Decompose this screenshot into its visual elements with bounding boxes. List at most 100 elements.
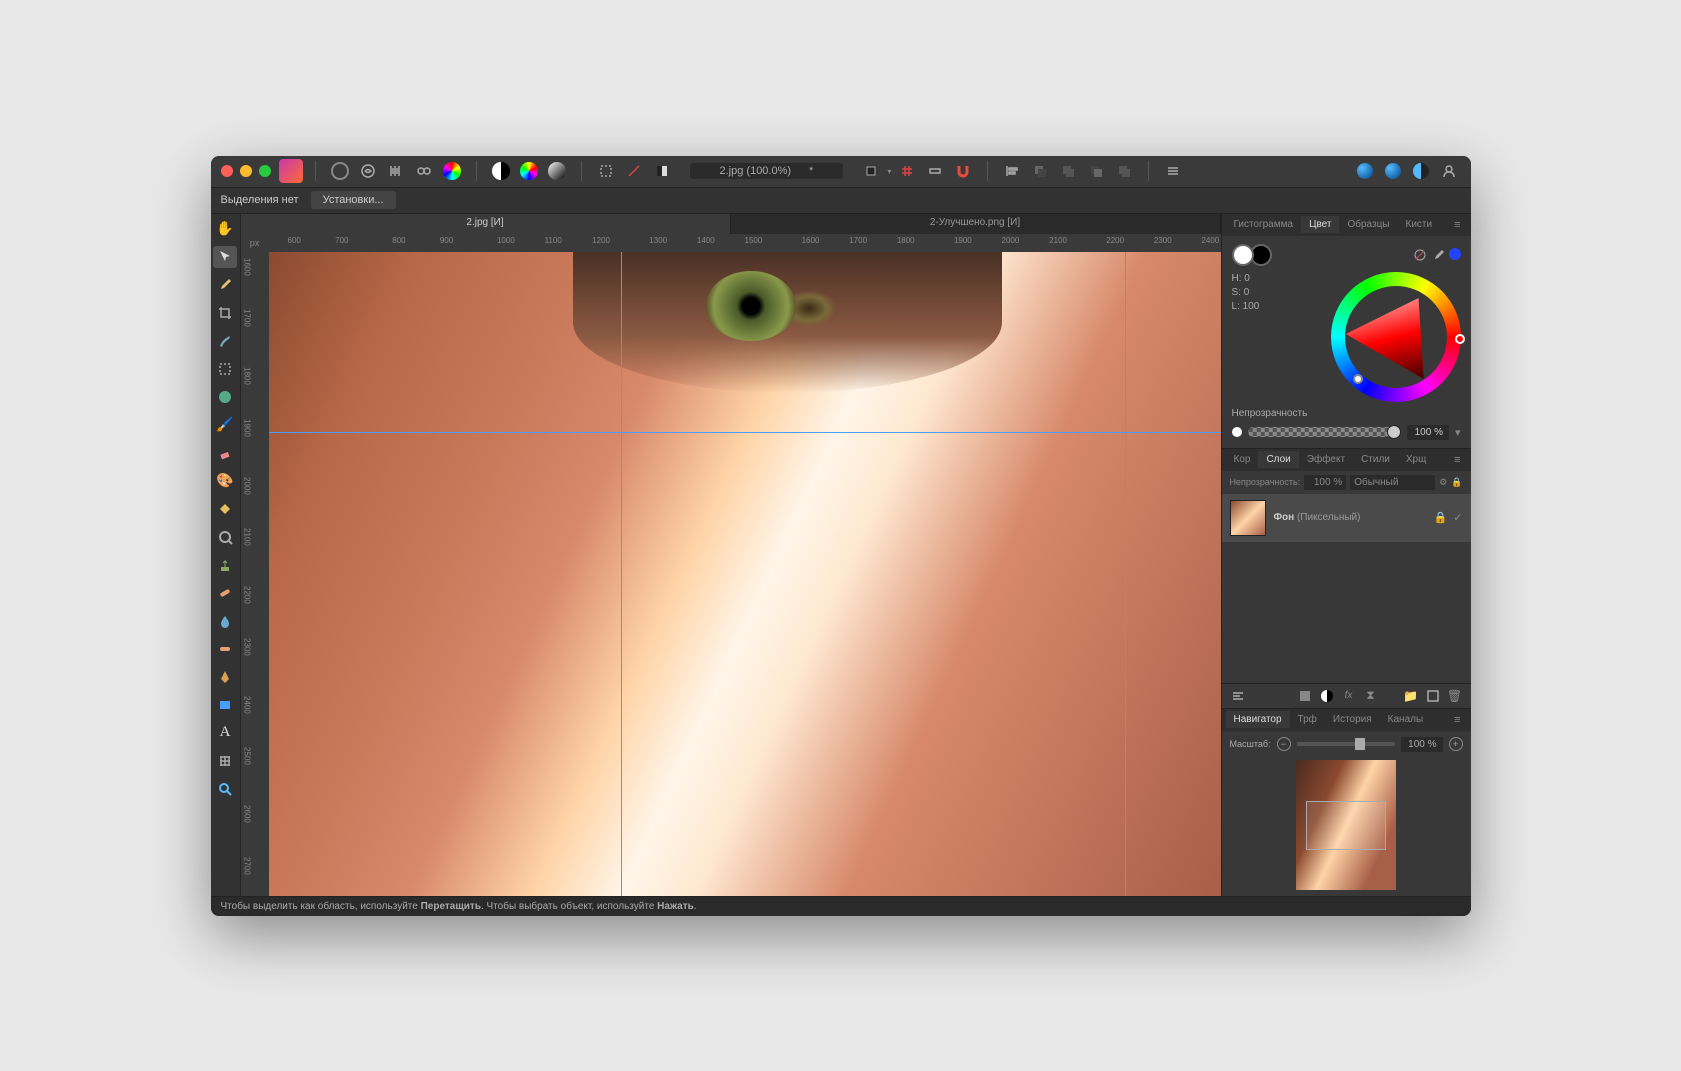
tab-styles[interactable]: Стили: [1353, 451, 1398, 468]
paint-brush-tool-icon[interactable]: 🖌️: [213, 414, 237, 436]
align-left-icon[interactable]: [1000, 159, 1024, 183]
arrange-3-icon[interactable]: [1084, 159, 1108, 183]
quick-mask-icon[interactable]: [650, 159, 674, 183]
selection-brush-tool-icon[interactable]: [213, 358, 237, 380]
gear-icon[interactable]: ⚙: [1439, 477, 1447, 488]
ruler-vertical[interactable]: 1600 1700 1800 1900 2000 2100 2200 2300 …: [241, 252, 269, 896]
persona-liquify-icon[interactable]: [356, 159, 380, 183]
erase-tool-icon[interactable]: [213, 442, 237, 464]
paint-mixer-tool-icon[interactable]: 🎨: [213, 470, 237, 492]
account-icon[interactable]: [1437, 159, 1461, 183]
minimize-window-icon[interactable]: [240, 165, 252, 177]
opacity-dropdown-icon[interactable]: ▾: [1455, 426, 1461, 439]
layer-opacity-input[interactable]: 100 %: [1304, 475, 1346, 490]
ruler-horizontal[interactable]: 600 700 800 900 1000 1100 1200 1300 1400…: [269, 234, 1221, 252]
color-adjust-icon[interactable]: [517, 159, 541, 183]
foreground-swatch[interactable]: [1232, 244, 1254, 266]
tab-layers[interactable]: Слои: [1258, 451, 1298, 468]
lock-icon[interactable]: 🔒: [1451, 477, 1462, 488]
adjust-icon[interactable]: [1319, 688, 1335, 704]
assist-2-icon[interactable]: [1381, 159, 1405, 183]
navigator-preview[interactable]: [1296, 760, 1396, 890]
recent-color-icon[interactable]: [1449, 248, 1461, 260]
assist-3-icon[interactable]: [1409, 159, 1433, 183]
flood-select-tool-icon[interactable]: [213, 386, 237, 408]
panel-menu-icon[interactable]: ≡: [1448, 714, 1466, 726]
rectangle-tool-icon[interactable]: [213, 694, 237, 716]
doc-tab-2[interactable]: 2-Улучшено.png [И]: [731, 214, 1221, 234]
tab-color[interactable]: Цвет: [1301, 216, 1339, 233]
canvas[interactable]: [269, 252, 1221, 896]
crop-tool-icon[interactable]: [213, 302, 237, 324]
zoom-value-input[interactable]: 100 %: [1401, 737, 1443, 752]
tab-characters[interactable]: Хрщ: [1398, 451, 1434, 468]
eyedropper-icon[interactable]: [1431, 248, 1445, 262]
blend-mode-select[interactable]: Обычный: [1350, 475, 1435, 490]
healing-tool-icon[interactable]: [213, 582, 237, 604]
navigator-viewport[interactable]: [1306, 801, 1386, 850]
presets-button[interactable]: Установки...: [311, 191, 396, 209]
arrange-4-icon[interactable]: [1112, 159, 1136, 183]
guide-vertical[interactable]: [621, 252, 622, 896]
pen-tool-icon[interactable]: [213, 666, 237, 688]
bw-adjust-icon[interactable]: [489, 159, 513, 183]
assist-1-icon[interactable]: [1353, 159, 1377, 183]
zoom-in-icon[interactable]: +: [1449, 737, 1463, 751]
crop-toggle-icon[interactable]: [859, 159, 883, 183]
folder-icon[interactable]: 📁: [1403, 688, 1419, 704]
dodge-tool-icon[interactable]: [213, 526, 237, 548]
tab-navigator[interactable]: Навигатор: [1226, 711, 1290, 728]
snap-toggle-icon[interactable]: [923, 159, 947, 183]
fill-tool-icon[interactable]: [213, 498, 237, 520]
zoom-tool-icon[interactable]: [213, 778, 237, 800]
persona-photo-icon[interactable]: [328, 159, 352, 183]
no-fill-icon[interactable]: [1413, 248, 1427, 262]
persona-tone-icon[interactable]: [412, 159, 436, 183]
persona-develop-icon[interactable]: [384, 159, 408, 183]
tab-effects[interactable]: Эффект: [1299, 451, 1353, 468]
hue-cursor[interactable]: [1455, 334, 1465, 344]
opacity-value-input[interactable]: 100 %: [1407, 425, 1449, 440]
zoom-out-icon[interactable]: −: [1277, 737, 1291, 751]
mask-icon[interactable]: [1297, 688, 1313, 704]
panel-menu-icon[interactable]: ≡: [1448, 219, 1466, 231]
tab-adjustments[interactable]: Кор: [1226, 451, 1259, 468]
clone-tool-icon[interactable]: [213, 554, 237, 576]
magnet-icon[interactable]: [951, 159, 975, 183]
selection-diag-icon[interactable]: [622, 159, 646, 183]
maximize-window-icon[interactable]: [259, 165, 271, 177]
close-window-icon[interactable]: [221, 165, 233, 177]
tab-histogram[interactable]: Гистограмма: [1226, 216, 1302, 233]
sl-cursor[interactable]: [1353, 374, 1363, 384]
tab-swatches[interactable]: Образцы: [1339, 216, 1397, 233]
dropdown-caret-icon[interactable]: ▾: [887, 167, 891, 176]
blur-tool-icon[interactable]: [213, 610, 237, 632]
guide-horizontal[interactable]: [269, 432, 1221, 433]
doc-tab-1[interactable]: 2.jpg [И]: [241, 214, 731, 234]
levels-adjust-icon[interactable]: [545, 159, 569, 183]
move-tool-icon[interactable]: [213, 246, 237, 268]
arrange-2-icon[interactable]: [1056, 159, 1080, 183]
color-picker-tool-icon[interactable]: [213, 274, 237, 296]
fx-icon[interactable]: fx: [1341, 688, 1357, 704]
layer-item[interactable]: Фон (Пиксельный) 🔒 ✓: [1222, 494, 1471, 542]
patch-tool-icon[interactable]: [213, 638, 237, 660]
tab-history[interactable]: История: [1325, 711, 1380, 728]
selection-marquee-icon[interactable]: [594, 159, 618, 183]
zoom-slider[interactable]: [1297, 742, 1395, 746]
panel-menu-icon[interactable]: ≡: [1448, 454, 1466, 466]
hourglass-icon[interactable]: ⧗: [1363, 688, 1379, 704]
trash-icon[interactable]: 🗑: [1447, 688, 1463, 704]
color-wheel[interactable]: [1331, 272, 1461, 402]
grid-toggle-icon[interactable]: [895, 159, 919, 183]
text-tool-icon[interactable]: A: [213, 722, 237, 744]
guide-vertical[interactable]: [1125, 252, 1126, 896]
add-layer-icon[interactable]: [1425, 688, 1441, 704]
layout-icon[interactable]: [1161, 159, 1185, 183]
layer-visible-icon[interactable]: ✓: [1453, 511, 1462, 524]
layer-blend-icon[interactable]: [1230, 688, 1246, 704]
brush-tool-icon[interactable]: [213, 330, 237, 352]
opacity-slider[interactable]: [1248, 427, 1401, 437]
hand-tool-icon[interactable]: ✋: [213, 218, 237, 240]
tab-brushes[interactable]: Кисти: [1398, 216, 1441, 233]
